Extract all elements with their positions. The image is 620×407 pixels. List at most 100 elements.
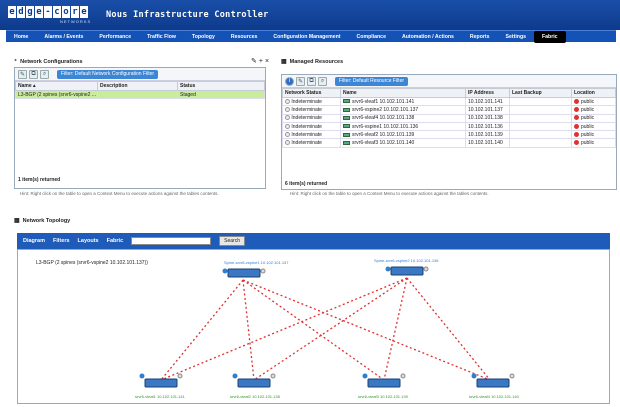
cell-status: Indeterminate <box>282 113 341 123</box>
spine-switch-node[interactable]: Spine-srvr6-vspine2 10.102.101.136 <box>374 258 439 276</box>
name-text: srvr6-vleaf2 10.102.101.139 <box>352 131 415 138</box>
netconf-table: Name ▴ Description Status L3-BGP (2 spin… <box>15 81 265 100</box>
spine-switch-node[interactable]: Spine-srvr6-vspine1 10.102.101.137 <box>222 260 290 278</box>
pin-icon[interactable]: ✎ <box>251 58 259 65</box>
link-line <box>242 279 255 381</box>
cell-backup <box>509 121 572 132</box>
location-status-icon <box>574 107 579 113</box>
logo-letter: c <box>53 6 61 18</box>
leaf-switch-node[interactable]: srvr6-vleaf1 10.102.101.141 <box>135 373 186 400</box>
switch-icon <box>237 378 271 388</box>
netconf-panel-header: ⁺ Network Configurations <box>14 58 83 66</box>
location-status-icon <box>574 132 579 137</box>
column-header-ip-address[interactable]: IP Address <box>465 88 510 98</box>
nav-reports[interactable]: Reports <box>462 31 498 43</box>
copy-icon[interactable]: ⧉ <box>29 69 38 79</box>
status-indeterminate-icon <box>285 123 290 129</box>
cell-name: srvr6-vleaf3 10.102.101.140 <box>340 138 466 148</box>
nav-compliance[interactable]: Compliance <box>349 31 394 43</box>
column-header-status[interactable]: Status <box>177 81 265 91</box>
cell-ip: 10.102.101.136 <box>465 121 510 132</box>
close-icon[interactable]: × <box>265 58 271 65</box>
switch-icon <box>343 124 350 129</box>
status-text: Indeterminate <box>291 140 322 147</box>
cell-name: srvr6-vspine2 10.102.101.137 <box>340 105 466 115</box>
column-header-name[interactable]: Name ▴ <box>15 81 98 91</box>
link-line <box>242 279 385 381</box>
menu-layouts[interactable]: Layouts <box>78 238 99 244</box>
column-header-last-backup[interactable]: Last Backup <box>509 88 572 98</box>
column-header-name[interactable]: Name <box>340 88 466 98</box>
nav-configuration-management[interactable]: Configuration Management <box>265 31 348 43</box>
menu-diagram[interactable]: Diagram <box>23 238 45 244</box>
add-icon[interactable]: ✎ <box>18 69 27 79</box>
switch-icon <box>343 140 350 145</box>
cell-name: srvr6-vleaf1 10.102.101.141 <box>340 96 466 107</box>
cell-location: public <box>571 96 616 107</box>
managed-panel: i ✎ ⧉ ⌕ Filter: Default Resource Filter … <box>281 74 617 190</box>
nav-fabric[interactable]: Fabric <box>534 30 566 43</box>
status-text: Indeterminate <box>291 98 322 105</box>
link-line <box>383 277 408 381</box>
managed-filter-button[interactable]: Filter: Default Resource Filter <box>335 76 409 86</box>
nav-settings[interactable]: Settings <box>498 31 534 43</box>
table-row[interactable]: Indeterminate srvr6-vleaf3 10.102.101.140… <box>282 138 616 148</box>
name-text: srvr6-vspine1 10.102.101.136 <box>352 123 419 130</box>
status-text: Indeterminate <box>291 115 322 122</box>
nav-home[interactable]: Home <box>6 31 36 43</box>
nav-resources[interactable]: Resources <box>223 31 266 43</box>
status-indeterminate-icon <box>285 140 290 146</box>
netconf-panel-title: Network Configurations <box>20 58 83 65</box>
app-header: edge-core NETWORKS Nous Infrastructure C… <box>0 0 620 30</box>
topology-toolbar: Diagram Filters Layouts Fabric Search <box>17 233 610 249</box>
table-row[interactable]: Indeterminate srvr6-vleaf4 10.102.101.138… <box>282 113 616 123</box>
resources-icon: ▦ <box>281 59 287 65</box>
netconf-panel: ✎ ⧉ ⌕ Filter: Default Network Configurat… <box>14 67 266 189</box>
table-row[interactable]: Indeterminate srvr6-vleaf1 10.102.101.141… <box>282 96 616 107</box>
node-badge-icon <box>471 373 477 379</box>
cell-ip: 10.102.101.139 <box>465 130 510 140</box>
edit-icon[interactable]: ✎ <box>296 76 305 86</box>
location-status-icon <box>574 115 579 121</box>
cell-location: public <box>571 105 616 115</box>
search-icon[interactable]: ⌕ <box>318 76 327 86</box>
leaf-switch-node[interactable]: srvr6-vleaf2 10.102.101.138 <box>230 373 281 400</box>
main-nav: Home Alarms / Events Performance Traffic… <box>6 30 616 43</box>
column-header-description[interactable]: Description <box>97 81 178 91</box>
collapse-icon[interactable]: ⁺ <box>14 58 17 65</box>
link-line <box>160 279 244 381</box>
topology-search-input[interactable] <box>131 237 212 245</box>
logo-letter: r <box>71 6 79 18</box>
nav-topology[interactable]: Topology <box>184 31 223 43</box>
info-icon[interactable]: i <box>285 76 294 86</box>
table-row[interactable]: Indeterminate srvr6-vspine2 10.102.101.13… <box>282 105 616 115</box>
cell-backup <box>509 138 572 148</box>
logo-letter: d <box>17 6 25 18</box>
status-indeterminate-icon <box>285 115 290 121</box>
node-badge-icon <box>385 266 391 272</box>
nav-traffic-flow[interactable]: Traffic Flow <box>139 31 184 43</box>
copy-icon[interactable]: ⧉ <box>307 76 316 86</box>
search-icon[interactable]: ⌕ <box>40 69 49 79</box>
nav-automation-actions[interactable]: Automation / Actions <box>394 31 462 43</box>
leaf-switch-node[interactable]: srvr6-vleaf3 10.102.101.139 <box>358 373 409 400</box>
node-label: srvr6-vleaf1 10.102.101.141 <box>135 394 186 399</box>
table-row[interactable]: Indeterminate srvr6-vspine1 10.102.101.13… <box>282 121 616 132</box>
netconf-filter-button[interactable]: Filter: Default Network Configuration Fi… <box>57 69 159 79</box>
table-row[interactable]: Indeterminate srvr6-vleaf2 10.102.101.139… <box>282 130 616 140</box>
table-row[interactable]: L3-BGP (2 spines (srvr6-vspine2 ... Stag… <box>15 89 265 100</box>
column-header-network-status[interactable]: Network Status <box>282 88 341 98</box>
nav-alarms-events[interactable]: Alarms / Events <box>36 31 91 43</box>
topology-search-button[interactable]: Search <box>219 236 245 246</box>
status-indeterminate-icon <box>285 98 290 104</box>
nav-performance[interactable]: Performance <box>91 31 139 43</box>
menu-fabric[interactable]: Fabric <box>107 238 124 244</box>
menu-filters[interactable]: Filters <box>53 238 70 244</box>
topology-caption: L3-BGP (2 spines (srvr6-vspine2 10.102.1… <box>36 260 148 266</box>
node-status-icon <box>400 373 406 379</box>
leaf-switch-node[interactable]: srvr6-vleaf4 10.102.101.140 <box>469 373 520 400</box>
column-header-location[interactable]: Location <box>571 88 616 98</box>
topology-canvas[interactable]: L3-BGP (2 spines (srvr6-vspine2 10.102.1… <box>17 249 610 404</box>
switch-icon <box>343 107 350 112</box>
cell-location: public <box>571 121 616 132</box>
